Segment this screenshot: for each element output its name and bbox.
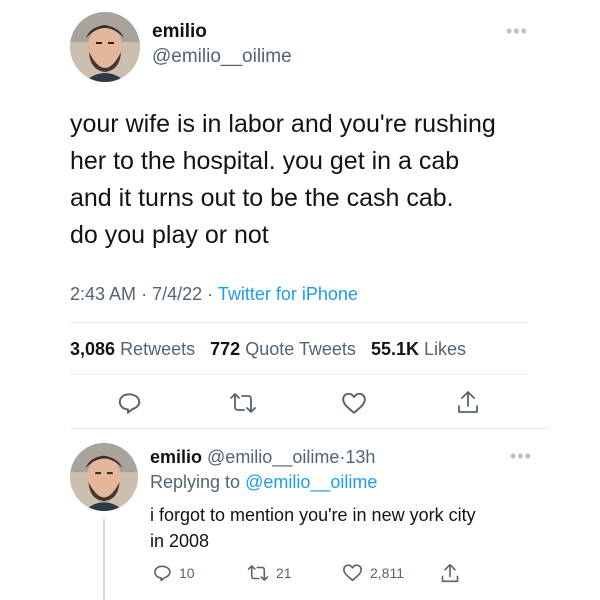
author-avatar[interactable]: [70, 12, 140, 82]
divider: [70, 374, 528, 375]
likes-label: Likes: [424, 339, 467, 359]
retweets-label: Retweets: [120, 339, 196, 359]
reply-icon[interactable]: [116, 390, 142, 416]
retweet-icon: [247, 565, 269, 581]
tweet-text-line: your wife is in labor and you're rushing: [70, 110, 496, 138]
tweet-text-line: her to the hospital. you get in a cab: [70, 147, 460, 175]
reply-time[interactable]: 13h: [345, 447, 375, 467]
quotes-label: Quote Tweets: [245, 339, 356, 359]
tweet-source[interactable]: Twitter for iPhone: [218, 284, 358, 304]
meta-separator: ·: [207, 284, 214, 304]
divider: [70, 322, 528, 323]
tweet-text-line: do you play or not: [70, 221, 269, 249]
reply-author-name[interactable]: emilio: [150, 447, 202, 467]
share-icon[interactable]: [456, 389, 480, 415]
replying-to-handle[interactable]: @emilio__oilime: [245, 472, 377, 492]
retweets-stat[interactable]: 3,086 Retweets: [70, 339, 195, 359]
reply-retweet-count: 21: [276, 565, 292, 581]
reply-retweet-action[interactable]: 21: [247, 563, 292, 583]
avatar-photo: [70, 443, 138, 511]
likes-count: 55.1K: [370, 339, 419, 359]
tweet-stats: 3,086 Retweets 772 Quote Tweets 55.1K Li…: [70, 339, 466, 360]
avatar-photo: [70, 12, 140, 82]
likes-stat[interactable]: 55.1K Likes: [371, 339, 466, 359]
reply-author-avatar[interactable]: [70, 443, 138, 511]
tweet-text-line: and it turns out to be the cash cab.: [70, 184, 454, 212]
quotes-count: 772: [210, 339, 241, 359]
tweet-time[interactable]: 2:43 AM: [70, 284, 136, 304]
share-icon[interactable]: [440, 562, 460, 584]
reply-text: i forgot to mention you're in new york c…: [150, 502, 570, 554]
reply-like-count: 2,811: [370, 564, 404, 581]
retweets-count: 3,086: [70, 339, 116, 359]
reply-count: 10: [179, 565, 195, 581]
tweet-text: your wife is in labor and you're rushing…: [70, 106, 570, 254]
tweet-meta: 2:43 AM · 7/4/22 · Twitter for iPhone: [70, 284, 358, 305]
like-icon[interactable]: [341, 391, 367, 415]
quotes-stat[interactable]: 772 Quote Tweets: [210, 339, 356, 359]
retweet-icon[interactable]: [229, 390, 257, 416]
replying-to: Replying to @emilio__oilime: [150, 472, 377, 493]
replying-to-label: Replying to: [150, 472, 241, 492]
reply-icon: [154, 565, 171, 582]
reply-text-line: in 2008: [150, 531, 210, 551]
like-icon: [343, 564, 362, 582]
reply-like-action[interactable]: 2,811: [342, 563, 404, 582]
reply-text-line: i forgot to mention you're in new york c…: [150, 505, 476, 525]
thread-line: [103, 519, 105, 600]
reply-reply-action[interactable]: 10: [152, 563, 195, 583]
author-name[interactable]: emilio: [152, 21, 207, 43]
more-dots-icon[interactable]: •••: [506, 22, 528, 40]
meta-separator: ·: [141, 284, 148, 304]
reply-author-handle[interactable]: @emilio__oilime: [207, 447, 339, 467]
divider: [70, 428, 550, 429]
author-handle[interactable]: @emilio__oilime: [152, 46, 292, 68]
reply-header: emilio @emilio__oilime·13h: [150, 447, 375, 468]
more-dots-icon[interactable]: •••: [510, 447, 532, 465]
tweet-date[interactable]: 7/4/22: [152, 284, 202, 304]
